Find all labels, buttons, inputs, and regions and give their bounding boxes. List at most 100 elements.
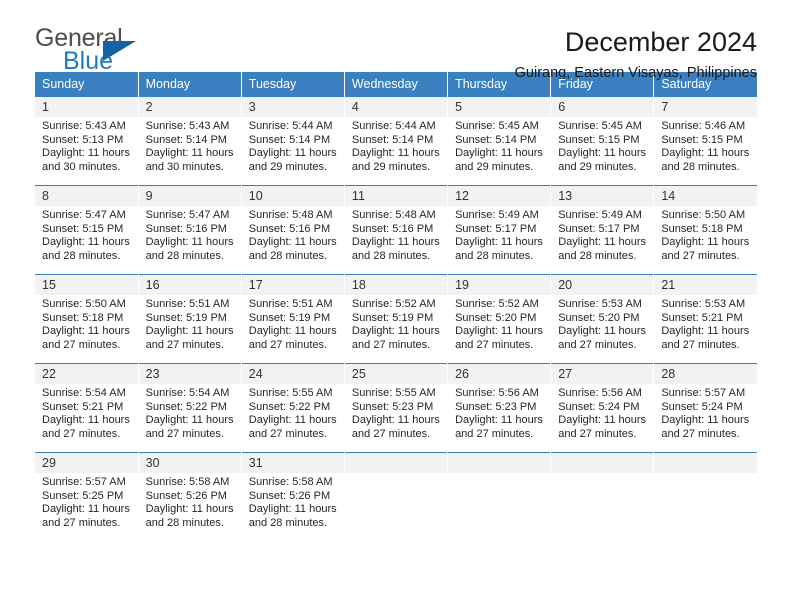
daylight-duration-line1: Daylight: 11 hours bbox=[558, 325, 647, 338]
day-number: 16 bbox=[138, 275, 241, 295]
daylight-duration-line2: and 28 minutes. bbox=[145, 249, 224, 262]
calendar-day-cell[interactable]: 31 Sunrise: 5:58 AM Sunset: 5:26 PM Dayligh… bbox=[241, 452, 345, 542]
calendar-day-cell[interactable]: 1 Sunrise: 5:43 AM Sunset: 5:13 PM Daylight… bbox=[35, 96, 139, 186]
generalblue-logo[interactable]: General Blue bbox=[35, 26, 155, 78]
calendar-day-cell[interactable]: 10 Sunrise: 5:48 AM Sunset: 5:16 PM Dayligh… bbox=[241, 185, 345, 275]
sunset-time: Sunset: 5:20 PM bbox=[558, 311, 640, 324]
daylight-duration-line1: Daylight: 11 hours bbox=[42, 236, 130, 249]
sunset-time: Sunset: 5:23 PM bbox=[455, 400, 537, 413]
day-details: Sunrise: 5:49 AM Sunset: 5:17 PM Daylight:… bbox=[551, 206, 653, 263]
calendar-day-cell[interactable]: 16 Sunrise: 5:51 AM Sunset: 5:19 PM Dayligh… bbox=[138, 274, 242, 364]
calendar-day-cell[interactable]: 19 Sunrise: 5:52 AM Sunset: 5:20 PM Dayligh… bbox=[447, 274, 552, 364]
sunrise-time: Sunrise: 5:47 AM bbox=[145, 209, 230, 221]
day-number: 20 bbox=[551, 275, 654, 295]
calendar-day-cell[interactable]: 22 Sunrise: 5:54 AM Sunset: 5:21 PM Dayligh… bbox=[35, 363, 139, 453]
day-cell-inner: 30 Sunrise: 5:58 AM Sunset: 5:26 PM Dayligh… bbox=[138, 453, 241, 542]
day-details: Sunrise: 5:49 AM Sunset: 5:17 PM Daylight:… bbox=[448, 206, 550, 263]
day-cell-inner: 15 Sunrise: 5:50 AM Sunset: 5:18 PM Dayligh… bbox=[35, 275, 138, 363]
day-details: Sunrise: 5:55 AM Sunset: 5:22 PM Daylight:… bbox=[242, 384, 344, 441]
calendar-day-cell[interactable]: 5 Sunrise: 5:45 AM Sunset: 5:14 PM Daylight… bbox=[447, 96, 552, 186]
day-details: Sunrise: 5:48 AM Sunset: 5:16 PM Daylight:… bbox=[242, 206, 344, 263]
daylight-duration-line2: and 28 minutes. bbox=[42, 249, 121, 262]
weekday-header-tuesday: Tuesday bbox=[241, 72, 345, 97]
daylight-duration-line2: and 29 minutes. bbox=[248, 160, 328, 173]
daylight-duration-line1: Daylight: 11 hours bbox=[351, 147, 440, 160]
daylight-duration-line2: and 27 minutes. bbox=[455, 427, 534, 440]
calendar-day-cell[interactable]: 12 Sunrise: 5:49 AM Sunset: 5:17 PM Dayligh… bbox=[447, 185, 552, 275]
day-number: 25 bbox=[344, 364, 448, 384]
daylight-duration-line2: and 28 minutes. bbox=[248, 516, 328, 529]
day-number: 2 bbox=[138, 97, 241, 117]
day-number: 8 bbox=[35, 186, 138, 206]
calendar-day-cell[interactable]: 27 Sunrise: 5:56 AM Sunset: 5:24 PM Dayligh… bbox=[550, 363, 655, 453]
sunset-time: Sunset: 5:21 PM bbox=[42, 400, 124, 413]
day-cell-inner: 14 Sunrise: 5:50 AM Sunset: 5:18 PM Dayligh… bbox=[654, 186, 757, 274]
calendar-day-cell[interactable]: 23 Sunrise: 5:54 AM Sunset: 5:22 PM Dayligh… bbox=[138, 363, 242, 453]
calendar-day-cell[interactable]: 2 Sunrise: 5:43 AM Sunset: 5:14 PM Daylight… bbox=[138, 96, 242, 186]
day-number bbox=[551, 453, 654, 473]
daylight-duration-line1: Daylight: 11 hours bbox=[248, 236, 337, 249]
day-number: 9 bbox=[138, 186, 241, 206]
sunset-time: Sunset: 5:16 PM bbox=[248, 222, 331, 235]
calendar-day-cell[interactable]: 9 Sunrise: 5:47 AM Sunset: 5:16 PM Daylight… bbox=[138, 185, 242, 275]
calendar-day-cell[interactable]: 11 Sunrise: 5:48 AM Sunset: 5:16 PM Dayligh… bbox=[344, 185, 449, 275]
day-number: 1 bbox=[35, 97, 138, 117]
day-number bbox=[344, 453, 448, 473]
day-number: 10 bbox=[241, 186, 344, 206]
day-number: 17 bbox=[241, 275, 344, 295]
day-cell-inner: 8 Sunrise: 5:47 AM Sunset: 5:15 PM Daylight… bbox=[35, 186, 138, 274]
daylight-duration-line2: and 27 minutes. bbox=[42, 516, 121, 529]
sunset-time: Sunset: 5:15 PM bbox=[558, 133, 640, 146]
calendar-day-cell[interactable]: 25 Sunrise: 5:55 AM Sunset: 5:23 PM Dayligh… bbox=[344, 363, 449, 453]
sunrise-sunset-calendar: Sunday Monday Tuesday Wednesday Thursday… bbox=[35, 72, 757, 542]
day-details: Sunrise: 5:46 AM Sunset: 5:15 PM Daylight:… bbox=[654, 117, 757, 174]
daylight-duration-line1: Daylight: 11 hours bbox=[558, 236, 647, 249]
calendar-day-cell[interactable]: 6 Sunrise: 5:45 AM Sunset: 5:15 PM Daylight… bbox=[550, 96, 655, 186]
calendar-day-cell[interactable]: 13 Sunrise: 5:49 AM Sunset: 5:17 PM Dayligh… bbox=[550, 185, 655, 275]
calendar-day-cell[interactable]: 17 Sunrise: 5:51 AM Sunset: 5:19 PM Dayligh… bbox=[241, 274, 345, 364]
sunset-time: Sunset: 5:15 PM bbox=[42, 222, 124, 235]
calendar-day-cell[interactable]: 30 Sunrise: 5:58 AM Sunset: 5:26 PM Dayligh… bbox=[138, 452, 242, 542]
calendar-day-cell[interactable]: 3 Sunrise: 5:44 AM Sunset: 5:14 PM Daylight… bbox=[241, 96, 345, 186]
calendar-day-cell[interactable]: 28 Sunrise: 5:57 AM Sunset: 5:24 PM Dayligh… bbox=[653, 363, 757, 453]
calendar-day-cell[interactable]: 18 Sunrise: 5:52 AM Sunset: 5:19 PM Dayligh… bbox=[344, 274, 449, 364]
calendar-day-cell[interactable]: 4 Sunrise: 5:44 AM Sunset: 5:14 PM Daylight… bbox=[344, 96, 449, 186]
day-cell-inner: 28 Sunrise: 5:57 AM Sunset: 5:24 PM Dayligh… bbox=[654, 364, 757, 452]
sunrise-time: Sunrise: 5:44 AM bbox=[351, 120, 436, 132]
calendar-day-cell[interactable]: 26 Sunrise: 5:56 AM Sunset: 5:23 PM Dayligh… bbox=[447, 363, 552, 453]
calendar-week-row: 22 Sunrise: 5:54 AM Sunset: 5:21 PM Dayligh… bbox=[35, 363, 757, 453]
calendar-day-cell-empty bbox=[447, 452, 552, 542]
calendar-day-cell[interactable]: 21 Sunrise: 5:53 AM Sunset: 5:21 PM Dayligh… bbox=[653, 274, 757, 364]
day-details: Sunrise: 5:45 AM Sunset: 5:15 PM Daylight:… bbox=[551, 117, 653, 174]
calendar-day-cell[interactable]: 14 Sunrise: 5:50 AM Sunset: 5:18 PM Dayligh… bbox=[653, 185, 757, 275]
page-title: December 2024 bbox=[564, 27, 757, 57]
calendar-day-cell[interactable]: 29 Sunrise: 5:57 AM Sunset: 5:25 PM Dayligh… bbox=[35, 452, 139, 542]
day-number: 12 bbox=[448, 186, 551, 206]
day-cell-inner: 24 Sunrise: 5:55 AM Sunset: 5:22 PM Dayligh… bbox=[241, 364, 344, 452]
daylight-duration-line1: Daylight: 11 hours bbox=[145, 503, 234, 516]
daylight-duration-line1: Daylight: 11 hours bbox=[248, 147, 337, 160]
sunset-time: Sunset: 5:16 PM bbox=[145, 222, 227, 235]
sunrise-time: Sunrise: 5:51 AM bbox=[248, 298, 333, 310]
day-cell-inner: 9 Sunrise: 5:47 AM Sunset: 5:16 PM Daylight… bbox=[138, 186, 241, 274]
daylight-duration-line2: and 27 minutes. bbox=[145, 427, 224, 440]
day-details: Sunrise: 5:51 AM Sunset: 5:19 PM Daylight:… bbox=[139, 295, 241, 352]
day-cell-inner: 31 Sunrise: 5:58 AM Sunset: 5:26 PM Dayligh… bbox=[241, 453, 344, 542]
day-cell-inner: 7 Sunrise: 5:46 AM Sunset: 5:15 PM Daylight… bbox=[654, 97, 757, 185]
day-number: 15 bbox=[35, 275, 138, 295]
day-cell-inner: 12 Sunrise: 5:49 AM Sunset: 5:17 PM Dayligh… bbox=[448, 186, 551, 274]
day-cell-inner: 17 Sunrise: 5:51 AM Sunset: 5:19 PM Dayligh… bbox=[241, 275, 344, 363]
day-cell-inner: 2 Sunrise: 5:43 AM Sunset: 5:14 PM Daylight… bbox=[138, 97, 241, 185]
calendar-day-cell[interactable]: 20 Sunrise: 5:53 AM Sunset: 5:20 PM Dayligh… bbox=[550, 274, 655, 364]
sunset-time: Sunset: 5:14 PM bbox=[145, 133, 227, 146]
daylight-duration-line1: Daylight: 11 hours bbox=[42, 503, 130, 516]
calendar-day-cell[interactable]: 24 Sunrise: 5:55 AM Sunset: 5:22 PM Dayligh… bbox=[241, 363, 345, 453]
page-subtitle: Guirang, Eastern Visayas, Philippines bbox=[514, 65, 757, 81]
calendar-day-cell[interactable]: 7 Sunrise: 5:46 AM Sunset: 5:15 PM Daylight… bbox=[653, 96, 757, 186]
daylight-duration-line1: Daylight: 11 hours bbox=[145, 147, 234, 160]
day-cell-inner: 19 Sunrise: 5:52 AM Sunset: 5:20 PM Dayligh… bbox=[448, 275, 551, 363]
day-number: 27 bbox=[551, 364, 654, 384]
sunrise-time: Sunrise: 5:45 AM bbox=[455, 120, 539, 132]
calendar-day-cell[interactable]: 8 Sunrise: 5:47 AM Sunset: 5:15 PM Daylight… bbox=[35, 185, 139, 275]
calendar-day-cell[interactable]: 15 Sunrise: 5:50 AM Sunset: 5:18 PM Dayligh… bbox=[35, 274, 139, 364]
